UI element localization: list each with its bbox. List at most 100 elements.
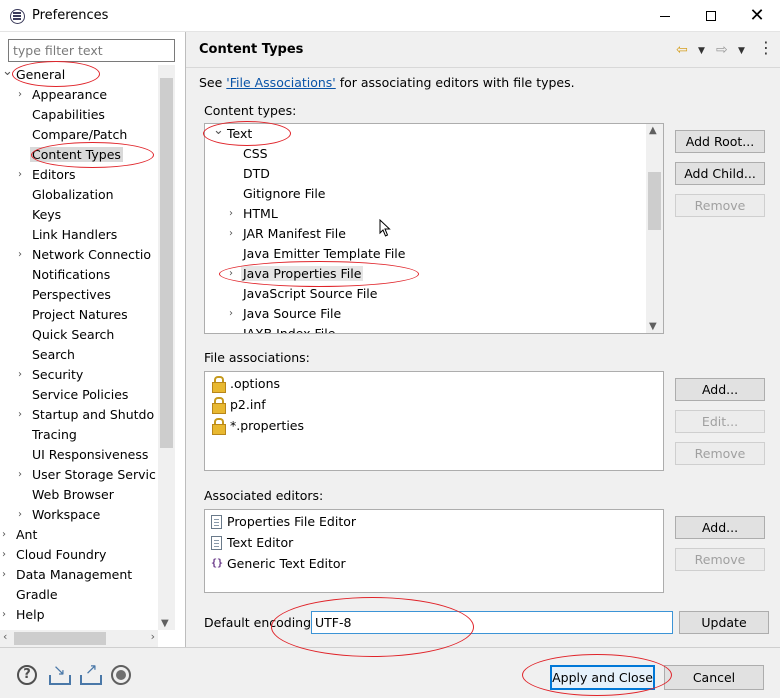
add-file-association-button[interactable]: Add... (675, 378, 765, 401)
edit-file-association-button[interactable]: Edit... (675, 410, 765, 433)
collapsed-chevron-icon[interactable]: › (18, 365, 28, 385)
content-type-item[interactable]: › HTML (229, 204, 280, 224)
content-types-tree[interactable]: ⌄ Text CSS DTD Gitignore File › HTML › JAR Manif… (204, 123, 664, 334)
add-child-button[interactable]: Add Child... (675, 162, 765, 185)
tree-item[interactable]: Quick Search (18, 325, 116, 345)
scroll-down-arrow-icon[interactable]: ▼ (161, 618, 169, 629)
content-type-item[interactable]: Java Emitter Template File (229, 244, 407, 264)
help-icon[interactable]: ? (17, 665, 37, 685)
collapsed-chevron-icon[interactable]: › (18, 405, 28, 425)
collapsed-chevron-icon[interactable]: › (2, 545, 12, 565)
scroll-right-arrow-icon[interactable]: › (151, 630, 155, 643)
remove-editor-button[interactable]: Remove (675, 548, 765, 571)
content-type-item[interactable]: JAXB Index File (229, 324, 337, 333)
tree-item[interactable]: Web Browser (18, 485, 116, 505)
tree-item[interactable]: Capabilities (18, 105, 107, 125)
content-type-item[interactable]: › Java Source File (229, 304, 343, 324)
collapsed-chevron-icon[interactable]: › (18, 245, 28, 265)
tree-horizontal-scrollbar[interactable]: ‹ › (0, 630, 158, 647)
associated-editors-list[interactable]: Properties File Editor Text Editor{} Gener… (204, 509, 664, 593)
content-type-item[interactable]: Gitignore File (229, 184, 327, 204)
tree-item[interactable]: › Appearance (18, 85, 109, 105)
tree-item[interactable]: Compare/Patch (18, 125, 129, 145)
collapsed-chevron-icon[interactable]: › (18, 505, 28, 525)
tree-item[interactable]: Perspectives (18, 285, 113, 305)
collapsed-chevron-icon[interactable]: › (229, 204, 239, 224)
expanded-chevron-icon[interactable]: ⌄ (213, 124, 224, 144)
expanded-chevron-icon[interactable]: ⌄ (2, 65, 13, 85)
tree-item[interactable]: ⌄ General (2, 65, 67, 85)
scroll-left-arrow-icon[interactable]: ‹ (3, 630, 7, 643)
tree-item[interactable]: › Ant (2, 525, 39, 545)
remove-content-type-button[interactable]: Remove (675, 194, 765, 217)
tree-item[interactable]: › Help (2, 605, 47, 625)
file-association-item[interactable]: .options (211, 373, 280, 394)
scrollbar-thumb[interactable] (160, 78, 173, 448)
scroll-down-arrow-icon[interactable]: ▼ (649, 321, 657, 332)
tree-item[interactable]: Gradle (2, 585, 60, 605)
content-type-item[interactable]: › JAR Manifest File (229, 224, 348, 244)
editor-item[interactable]: Text Editor (211, 532, 293, 553)
add-root-button[interactable]: Add Root... (675, 130, 765, 153)
file-association-item[interactable]: p2.inf (211, 394, 266, 415)
editor-item[interactable]: {} Generic Text Editor (211, 553, 346, 574)
tree-item[interactable]: › Data Management (2, 565, 134, 585)
back-arrow-icon[interactable]: ⇦ (676, 42, 688, 58)
tree-item[interactable]: Project Natures (18, 305, 130, 325)
tree-vertical-scrollbar[interactable]: ▼ (158, 65, 175, 630)
update-button[interactable]: Update (679, 611, 769, 634)
scroll-up-arrow-icon[interactable]: ▲ (649, 125, 657, 136)
content-type-item[interactable]: CSS (229, 144, 270, 164)
view-menu-icon[interactable]: ⋮ (758, 38, 774, 57)
editor-item[interactable]: Properties File Editor (211, 511, 356, 532)
content-type-item[interactable]: ⌄ Text (213, 124, 254, 144)
minimize-button[interactable] (642, 4, 688, 28)
maximize-button[interactable] (688, 4, 734, 28)
tree-item[interactable]: Service Policies (18, 385, 130, 405)
tree-item[interactable]: Notifications (18, 265, 112, 285)
collapsed-chevron-icon[interactable]: › (229, 224, 239, 244)
collapsed-chevron-icon[interactable]: › (18, 465, 28, 485)
collapsed-chevron-icon[interactable]: › (2, 605, 12, 625)
tree-item[interactable]: Content Types (18, 145, 123, 165)
import-icon[interactable] (48, 661, 71, 685)
content-type-item[interactable]: JavaScript Source File (229, 284, 379, 304)
collapsed-chevron-icon[interactable]: › (2, 525, 12, 545)
forward-dropdown-icon[interactable]: ▼ (738, 46, 745, 56)
close-button[interactable]: ✕ (734, 4, 780, 28)
content-types-scrollbar[interactable]: ▲ ▼ (646, 124, 663, 333)
export-icon[interactable] (79, 660, 102, 685)
apply-and-close-button[interactable]: Apply and Close (550, 665, 655, 690)
remove-file-association-button[interactable]: Remove (675, 442, 765, 465)
tree-item[interactable]: › Security (18, 365, 85, 385)
collapsed-chevron-icon[interactable]: › (18, 85, 28, 105)
scrollbar-thumb[interactable] (648, 172, 661, 230)
tree-item[interactable]: UI Responsiveness (18, 445, 150, 465)
content-type-item[interactable]: DTD (229, 164, 272, 184)
tree-item[interactable]: Link Handlers (18, 225, 119, 245)
tree-item[interactable]: Tracing (18, 425, 79, 445)
file-associations-link[interactable]: 'File Associations' (226, 75, 335, 90)
tree-item[interactable]: › Editors (18, 165, 78, 185)
file-association-item[interactable]: *.properties (211, 415, 304, 436)
record-icon[interactable] (111, 665, 131, 685)
content-type-item[interactable]: › Java Properties File (229, 264, 364, 284)
tree-item[interactable]: › Workspace (18, 505, 102, 525)
cancel-button[interactable]: Cancel (664, 665, 764, 690)
collapsed-chevron-icon[interactable]: › (2, 565, 12, 585)
default-encoding-input[interactable] (311, 611, 673, 634)
file-associations-list[interactable]: .options p2.inf *.properties (204, 371, 664, 471)
tree-item[interactable]: › Cloud Foundry (2, 545, 108, 565)
filter-input[interactable] (8, 39, 175, 62)
tree-item[interactable]: Keys (18, 205, 63, 225)
collapsed-chevron-icon[interactable]: › (18, 165, 28, 185)
collapsed-chevron-icon[interactable]: › (229, 304, 239, 324)
tree-item[interactable]: › User Storage Servic (18, 465, 158, 485)
scrollbar-thumb[interactable] (14, 632, 106, 645)
tree-item[interactable]: Search (18, 345, 77, 365)
collapsed-chevron-icon[interactable]: › (229, 264, 239, 284)
tree-item[interactable]: › Startup and Shutdo (18, 405, 156, 425)
tree-item[interactable]: Globalization (18, 185, 116, 205)
back-dropdown-icon[interactable]: ▼ (698, 46, 705, 56)
forward-arrow-icon[interactable]: ⇨ (716, 42, 728, 58)
